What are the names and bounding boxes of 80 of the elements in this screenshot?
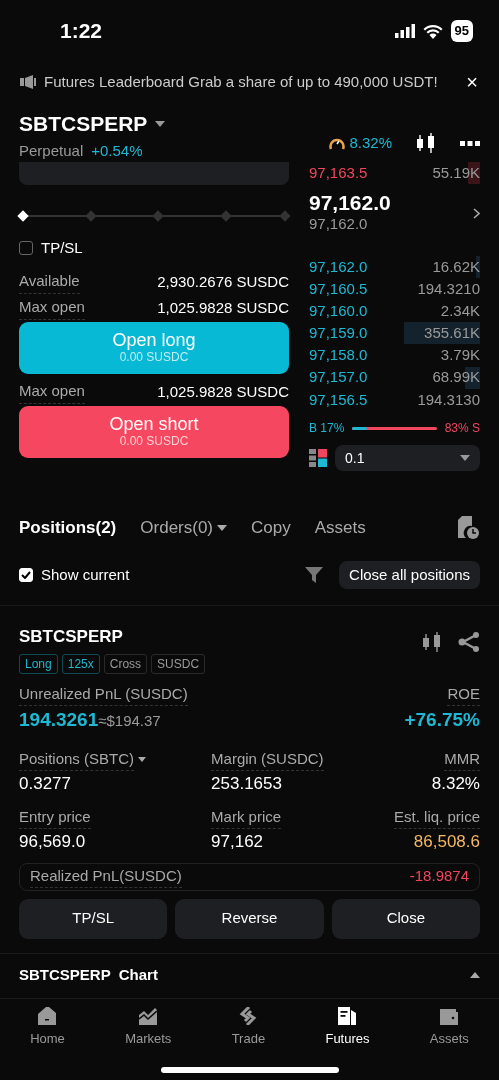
field-value: 1,025.9828 SUSDC bbox=[157, 298, 289, 318]
book-price: 97,158.0 bbox=[309, 345, 368, 366]
book-price: 97,159.0 bbox=[309, 323, 368, 344]
banner-text: Futures Leaderboard Grab a share of up to 490,000 USDT! bbox=[44, 71, 439, 92]
nav-tab[interactable]: Markets bbox=[125, 1007, 172, 1049]
stat-value: 97,162 bbox=[211, 831, 265, 853]
close-button[interactable]: × bbox=[465, 71, 479, 93]
symbol-title[interactable]: SBTCSPERP bbox=[19, 108, 148, 140]
book-amount: 55.19K bbox=[432, 162, 480, 183]
clock-time: 1:22 bbox=[60, 18, 103, 45]
stat-label: MMR bbox=[444, 747, 480, 771]
stat-label: Est. liq. price bbox=[394, 805, 480, 829]
book-price: 97,156.5 bbox=[309, 389, 368, 410]
stat-value: 8.32% bbox=[430, 773, 480, 795]
stat-value: 0.3277 bbox=[19, 773, 72, 795]
field-label: Available bbox=[19, 270, 80, 294]
roe-label: ROE bbox=[447, 682, 480, 706]
stat-value: 86,508.6 bbox=[412, 831, 480, 853]
nav-tab[interactable]: Assets bbox=[429, 1007, 469, 1049]
realized-pnl-value: -18.9874 bbox=[409, 866, 469, 887]
nav-tab[interactable]: Futures bbox=[325, 1007, 370, 1049]
book-price: 97,160.5 bbox=[309, 278, 368, 299]
pnl-value: 194.3261 bbox=[19, 708, 99, 732]
action-button[interactable]: Reverse bbox=[175, 898, 324, 939]
tag: 125x bbox=[61, 653, 100, 674]
stat-label: Entry price bbox=[19, 805, 91, 829]
book-amount: 16.62K bbox=[432, 256, 480, 277]
tag: SUSDC bbox=[151, 653, 206, 674]
book-amount: 2.34K bbox=[440, 300, 480, 321]
book-amount: 194.3210 bbox=[417, 278, 480, 299]
book-amount: 355.61K bbox=[424, 323, 480, 344]
field-value: 1,025.9828 SUSDC bbox=[157, 382, 289, 402]
order-book-row[interactable]: 97,159.0 355.61K bbox=[309, 322, 480, 345]
price-change: +0.54% bbox=[91, 140, 143, 161]
pnl-usd: ≈$194.37 bbox=[98, 711, 161, 731]
nav-tab[interactable]: Trade bbox=[231, 1007, 266, 1049]
book-price: 97,162.0 bbox=[309, 256, 368, 277]
battery-level: 95 bbox=[450, 20, 473, 42]
book-amount: 3.79K bbox=[440, 345, 480, 366]
field-label: Max open bbox=[19, 380, 85, 404]
sell-ratio: 83% S bbox=[444, 420, 480, 437]
depth-dropdown[interactable]: 0.1 bbox=[335, 445, 480, 471]
order-book-row[interactable]: 97,157.0 68.99K bbox=[309, 366, 480, 389]
stat-label: Margin (SUSDC) bbox=[211, 747, 324, 771]
book-price: 97,163.5 bbox=[309, 162, 368, 183]
order-book-row[interactable]: 97,163.5 55.19K bbox=[309, 162, 480, 185]
open-position-button[interactable]: Open short 0.00 SUSDC bbox=[19, 405, 289, 458]
nav-tab[interactable]: Home bbox=[30, 1007, 65, 1049]
tab[interactable]: Orders(0) bbox=[140, 515, 228, 541]
book-amount: 194.3130 bbox=[417, 389, 480, 410]
stat-value: 253.1653 bbox=[211, 773, 283, 795]
pnl-label: Unrealized PnL (SUSDC) bbox=[19, 682, 188, 706]
field-value: 2,930.2676 SUSDC bbox=[157, 272, 289, 292]
funding-rate: 8.32% bbox=[349, 132, 392, 153]
action-button[interactable]: TP/SL bbox=[19, 898, 168, 939]
order-book-row[interactable]: 97,162.0 16.62K bbox=[309, 255, 480, 278]
mark-price: 97,162.0 bbox=[309, 214, 369, 235]
chart-section-title[interactable]: SBTCSPERP Chart bbox=[19, 963, 158, 986]
position-symbol: SBTCSPERP bbox=[19, 626, 124, 648]
tag: Cross bbox=[103, 653, 148, 674]
checkbox-label: TP/SL bbox=[41, 238, 83, 258]
last-price[interactable]: 97,162.0 bbox=[309, 192, 391, 214]
roe-value: +76.75% bbox=[404, 708, 480, 732]
stat-value: 96,569.0 bbox=[19, 831, 87, 853]
checkbox-label: Show current bbox=[41, 564, 130, 585]
realized-pnl-label: Realized PnL(SUSDC) bbox=[30, 864, 182, 889]
tag: Long bbox=[19, 653, 58, 674]
field-label: Max open bbox=[19, 296, 85, 320]
book-price: 97,160.0 bbox=[309, 300, 368, 321]
book-amount: 68.99K bbox=[432, 367, 480, 388]
market-type: Perpetual bbox=[19, 140, 84, 161]
action-button[interactable]: Close bbox=[331, 898, 480, 939]
stat-label: Positions (SBTC) bbox=[19, 747, 135, 771]
tab[interactable]: Assets bbox=[314, 515, 366, 541]
book-price: 97,157.0 bbox=[309, 367, 368, 388]
close-all-button[interactable]: Close all positions bbox=[339, 560, 480, 589]
buy-ratio: B 17% bbox=[309, 420, 345, 437]
tab[interactable]: Positions(2) bbox=[19, 515, 117, 541]
stat-label: Mark price bbox=[211, 805, 282, 829]
tab[interactable]: Copy bbox=[251, 515, 291, 541]
